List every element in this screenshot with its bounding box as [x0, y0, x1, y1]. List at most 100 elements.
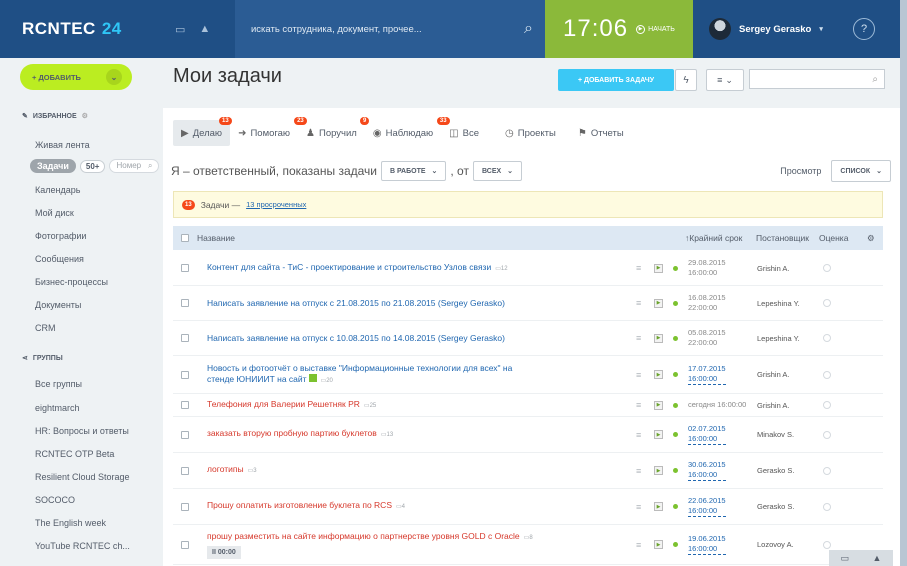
task-owner[interactable]: Grishin A. [757, 401, 790, 410]
play-icon[interactable]: ▶ [654, 263, 663, 273]
tab-watching[interactable]: ◉ Наблюдаю 33 [365, 117, 450, 146]
task-owner[interactable]: Lepeshina Y. [757, 334, 800, 343]
tab-assigned[interactable]: ♟ Поручил 9 [298, 117, 370, 146]
tasks-label[interactable]: Задачи [30, 159, 76, 173]
play-icon[interactable]: ▶ [654, 333, 663, 343]
sidebar-item-messages[interactable]: Сообщения [35, 254, 84, 264]
menu-icon[interactable]: ≡ [636, 466, 641, 476]
sidebar-item-disk[interactable]: Мой диск [35, 208, 74, 218]
sidebar-item-group[interactable]: Resilient Cloud Storage [35, 472, 130, 482]
row-checkbox[interactable] [181, 430, 189, 439]
from-dropdown[interactable]: ВСЕХ ⌄ [472, 161, 523, 181]
add-task-button[interactable]: + ДОБАВИТЬ ЗАДАЧУ [558, 69, 674, 91]
deadline[interactable]: 22.06.2015 16:00:00 [688, 496, 726, 517]
rating-icon[interactable] [823, 370, 831, 379]
sidebar-item-group[interactable]: YouTube RCNTEC ch... [35, 541, 130, 551]
list-settings-button[interactable]: ≡ ⌄ [706, 69, 744, 91]
row-checkbox[interactable] [181, 401, 189, 409]
search-icon[interactable]: ⌕ [524, 20, 533, 38]
task-owner[interactable]: Lozovoy A. [757, 540, 794, 549]
rating-icon[interactable] [823, 401, 831, 409]
lightning-icon[interactable]: ϟ [675, 69, 697, 91]
play-icon[interactable]: ▶ [654, 540, 663, 549]
task-number-search[interactable]: Номер ⌕ [109, 159, 160, 173]
table-row[interactable]: логотипы ▭3 ≡ ▶ 30.06.2015 16:00:00 Gerask… [173, 453, 883, 489]
table-row[interactable]: Написать заявление на отпуск с 21.08.201… [173, 286, 883, 321]
overdue-link[interactable]: 13 просроченных [246, 200, 306, 209]
row-checkbox[interactable] [181, 540, 189, 549]
scrollbar[interactable] [900, 0, 907, 566]
gear-icon[interactable]: ⚙ [82, 112, 88, 120]
deadline[interactable]: 02.07.2015 16:00:00 [688, 424, 726, 445]
start-workday-button[interactable]: ▶ НАЧАТЬ [636, 24, 675, 34]
rating-icon[interactable] [823, 334, 831, 342]
user-menu[interactable]: Sergey Gerasko ▾ [693, 18, 843, 40]
table-row[interactable]: Прошу оплатить изготовление буклета по R… [173, 489, 883, 525]
col-owner[interactable]: Постановщик [756, 233, 809, 243]
col-rating[interactable]: Оценка [819, 233, 848, 243]
gear-icon[interactable]: ⚙ [867, 233, 875, 244]
task-title[interactable]: прошу разместить на сайте информацию о п… [207, 531, 533, 559]
tab-helping[interactable]: ➜ Помогаю 23 [230, 117, 307, 146]
sidebar-item-photos[interactable]: Фотографии [35, 231, 86, 241]
row-checkbox[interactable] [181, 264, 189, 272]
task-title[interactable]: Написать заявление на отпуск с 21.08.201… [207, 298, 505, 309]
sidebar-item-crm[interactable]: CRM [35, 323, 56, 333]
rating-icon[interactable] [823, 430, 831, 439]
add-button[interactable]: + ДОБАВИТЬ ⌄ [20, 64, 132, 90]
task-title[interactable]: Телефония для Валерии Решетняк PR ▭25 [207, 399, 376, 412]
task-owner[interactable]: Lepeshina Y. [757, 299, 800, 308]
rating-icon[interactable] [823, 299, 831, 307]
sidebar-item-tasks[interactable]: Задачи 50+ Номер ⌕ [30, 159, 160, 173]
task-title[interactable]: Написать заявление на отпуск с 10.08.201… [207, 333, 505, 344]
play-icon[interactable]: ▶ [654, 298, 663, 308]
play-icon[interactable]: ▶ [654, 502, 663, 511]
task-title[interactable]: Новость и фотоотчёт о выставке "Информац… [207, 363, 512, 387]
sidebar-item-feed[interactable]: Живая лента [35, 140, 90, 150]
menu-icon[interactable]: ≡ [636, 540, 641, 550]
status-dropdown[interactable]: В РАБОТЕ ⌄ [380, 161, 447, 181]
chat-icon[interactable]: ▭ [175, 23, 185, 36]
table-row[interactable]: Написать заявление на отпуск с 10.08.201… [173, 321, 883, 356]
task-owner[interactable]: Minakov S. [757, 430, 794, 439]
play-icon[interactable]: ▶ [654, 370, 663, 379]
play-icon[interactable]: ▶ [654, 430, 663, 439]
work-time-widget[interactable]: 17:06 ▶ НАЧАТЬ [545, 0, 693, 58]
deadline[interactable]: 30.06.2015 16:00:00 [688, 460, 726, 481]
task-search-input[interactable]: ⌕ [749, 69, 885, 89]
view-dropdown[interactable]: СПИСОК ⌄ [831, 160, 891, 182]
table-row[interactable]: Контент для сайта - ТиС - проектирование… [173, 251, 883, 286]
sidebar-item-calendar[interactable]: Календарь [35, 185, 80, 195]
play-icon[interactable]: ▶ [654, 466, 663, 475]
task-title[interactable]: логотипы ▭3 [207, 464, 257, 477]
table-row[interactable]: Телефония для Валерии Решетняк PR ▭25 ≡ ▶… [173, 394, 883, 417]
rating-icon[interactable] [823, 502, 831, 511]
table-row[interactable]: заказать вторую пробную партию буклетов ▭… [173, 417, 883, 453]
task-owner[interactable]: Gerasko S. [757, 466, 795, 475]
sidebar-item-bp[interactable]: Бизнес-процессы [35, 277, 108, 287]
sidebar-item-group[interactable]: HR: Вопросы и ответы [35, 426, 129, 436]
row-checkbox[interactable] [181, 502, 189, 511]
logo[interactable]: RCNTEC 24 [0, 19, 163, 39]
chat-icon[interactable]: ▭ [841, 553, 850, 564]
bell-icon[interactable]: ▲ [199, 23, 210, 36]
task-owner[interactable]: Grishin A. [757, 264, 790, 273]
tab-all[interactable]: ◫ Все [441, 120, 487, 146]
menu-icon[interactable]: ≡ [636, 430, 641, 440]
rating-icon[interactable] [823, 466, 831, 475]
menu-icon[interactable]: ≡ [636, 298, 641, 308]
table-row[interactable]: прошу разместить на сайте информацию о п… [173, 525, 883, 565]
task-title[interactable]: Контент для сайта - ТиС - проектирование… [207, 262, 508, 275]
tab-reports[interactable]: ⚑ Отчеты [570, 120, 632, 146]
deadline[interactable]: 19.06.2015 16:00:00 [688, 534, 726, 555]
menu-icon[interactable]: ≡ [636, 400, 641, 410]
row-checkbox[interactable] [181, 370, 189, 379]
row-checkbox[interactable] [181, 334, 189, 342]
row-checkbox[interactable] [181, 466, 189, 475]
sidebar-item-group[interactable]: SOCOCO [35, 495, 75, 505]
menu-icon[interactable]: ≡ [636, 263, 641, 273]
table-row[interactable]: Новость и фотоотчёт о выставке "Информац… [173, 356, 883, 394]
help-button[interactable]: ? [853, 18, 875, 40]
deadline[interactable]: 17.07.2015 16:00:00 [688, 364, 726, 385]
task-timer[interactable]: II 00:00 [207, 545, 241, 559]
